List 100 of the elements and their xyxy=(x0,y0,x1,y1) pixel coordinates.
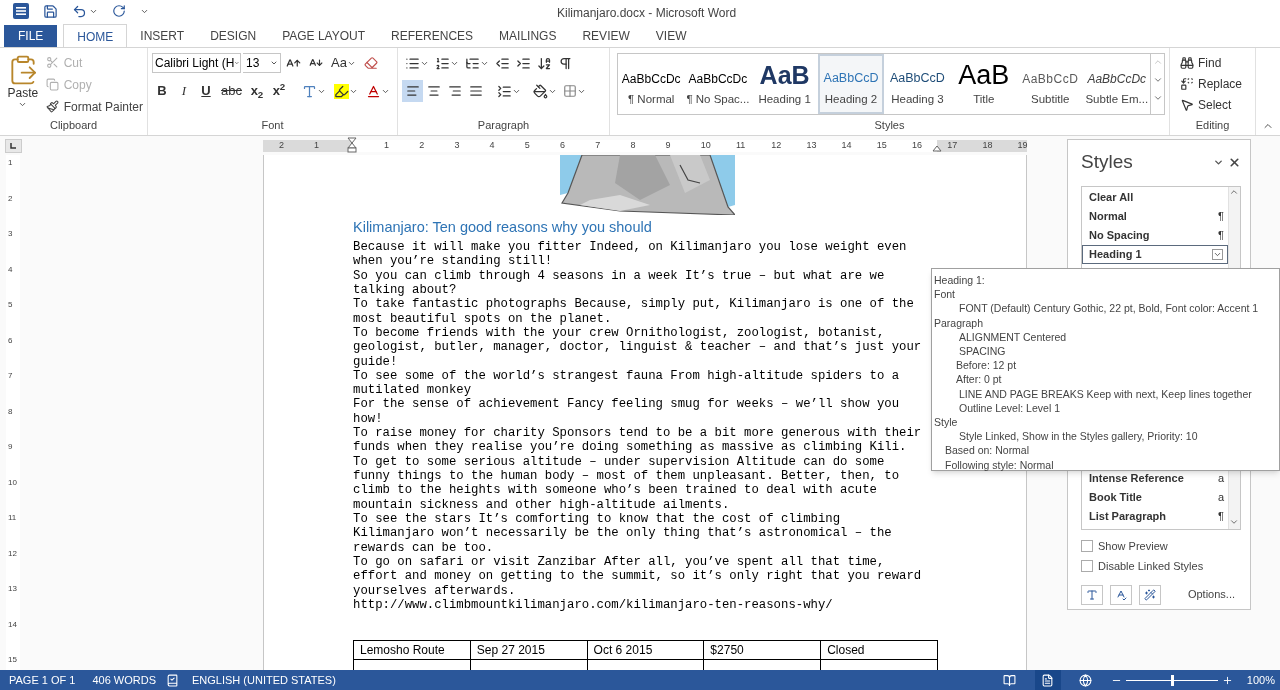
clipboard-button[interactable]: Format Painter xyxy=(45,96,143,117)
format-button[interactable]: B xyxy=(152,80,172,102)
group-label: Font xyxy=(260,118,285,133)
format-button[interactable]: I xyxy=(174,80,194,102)
paste-button[interactable]: Paste xyxy=(4,52,42,117)
style-item[interactable]: List Paragraph ¶ xyxy=(1082,506,1228,526)
ruler-number: 10 xyxy=(700,138,711,152)
table-cell: $2750 xyxy=(703,640,821,660)
table-cell: Closed xyxy=(820,640,938,660)
ribbon-tab[interactable]: HOME xyxy=(63,24,128,48)
style-item[interactable]: Clear All xyxy=(1082,187,1228,207)
font-name-field[interactable]: Calibri Light (H xyxy=(152,53,241,73)
style-option[interactable]: AaBbCcDc ¶ Normal xyxy=(618,54,685,114)
style-option[interactable]: AaB Heading 1 xyxy=(751,54,818,114)
url-text: http://www.climbmountkilimanjaro.com/kilimanjaro-ten-reasons-why/ xyxy=(353,597,833,613)
tab-selector-icon[interactable] xyxy=(5,138,22,153)
scroll-down-icon[interactable] xyxy=(1152,75,1163,85)
style-option[interactable]: AaBbCcDc ¶ No Spac... xyxy=(684,54,752,114)
ruler-number: 9 xyxy=(8,441,13,453)
ribbon-tab[interactable]: REVIEW xyxy=(569,25,643,47)
caret-icon xyxy=(234,59,240,67)
format-button[interactable]: U xyxy=(196,80,216,102)
style-item[interactable]: No Spacing ¶ xyxy=(1082,225,1228,245)
ruler-number: 6 xyxy=(8,334,13,347)
change-case-button[interactable]: Aa xyxy=(328,52,359,74)
new-style-button[interactable] xyxy=(1081,584,1103,605)
align-button[interactable] xyxy=(402,80,423,102)
ruler-number: 7 xyxy=(8,370,13,382)
bullets-icon xyxy=(405,55,420,71)
checkbox[interactable] xyxy=(1081,560,1093,573)
caret-icon xyxy=(18,100,28,109)
indent-marker-icon[interactable] xyxy=(347,136,357,153)
more-styles-icon[interactable] xyxy=(1152,93,1163,103)
paragraph: For the sense of achievement Fancy feeling smug for weeks – we’ll show you how! xyxy=(353,397,901,427)
group-label: Clipboard xyxy=(48,118,99,133)
editing-button[interactable]: Find xyxy=(1180,52,1251,73)
file-tab[interactable]: FILE xyxy=(4,25,58,47)
tooltip-line: Following style: Normal xyxy=(944,457,1054,472)
style-item[interactable]: Book Title a xyxy=(1082,487,1228,507)
checkbox[interactable] xyxy=(1081,539,1093,552)
style-item[interactable]: Intense Reference a xyxy=(1082,468,1228,488)
increase-indent-icon xyxy=(516,55,531,71)
ruler-number: 2 xyxy=(419,138,425,152)
undo-icon[interactable] xyxy=(72,3,87,19)
paragraph: To go on safari or visit Zanzibar After all, you’ve spent all that time, effort and money on getting to the summit, so it’s only right that you reward yourselves afterwards. xyxy=(353,554,923,598)
ruler-number: 1 xyxy=(384,138,389,152)
options-link[interactable]: Options... xyxy=(1187,586,1235,603)
paragraph: To raise money for charity Sponsors tend to be a bit more generous with their funds when they realise you’re doing something as massive as climbing Kili. xyxy=(353,426,923,455)
style-option[interactable]: AaB Title xyxy=(950,54,1018,114)
zoom-in-icon[interactable] xyxy=(1221,674,1233,686)
letter-icon xyxy=(1086,588,1098,601)
style-item[interactable]: Normal ¶ xyxy=(1082,206,1228,226)
ruler-number: 7 xyxy=(595,138,601,152)
binoculars-icon xyxy=(1180,55,1194,70)
ruler-number: 17 xyxy=(947,138,958,152)
ribbon-tab[interactable]: PAGE LAYOUT xyxy=(269,25,379,47)
proofing-icon[interactable] xyxy=(166,673,179,687)
ribbon-tab[interactable]: DESIGN xyxy=(197,25,270,47)
checkbox-label: Show Preview xyxy=(1098,538,1168,554)
editing-button[interactable]: Select xyxy=(1180,94,1251,115)
ruler-number: 16 xyxy=(912,138,922,152)
format-button[interactable]: abc xyxy=(218,80,245,102)
close-icon[interactable] xyxy=(1228,155,1241,169)
style-item[interactable]: Heading 1 xyxy=(1082,244,1228,264)
ribbon-tab[interactable]: VIEW xyxy=(642,25,700,47)
tooltip-line: Before: 12 pt xyxy=(955,358,1017,373)
word-count[interactable]: 406 WORDS xyxy=(92,671,156,689)
ruler-number: 8 xyxy=(8,405,13,418)
font-size-field[interactable]: 13 xyxy=(243,53,281,73)
zoom-slider[interactable] xyxy=(1125,674,1218,686)
format-button[interactable]: x$^{2}$ xyxy=(268,80,289,102)
wand-icon xyxy=(1144,588,1156,601)
style-option[interactable]: AaBbCcD Heading 2 xyxy=(817,54,885,114)
save-icon[interactable] xyxy=(43,3,58,19)
ruler-number: 13 xyxy=(806,138,817,152)
dropdown-icon[interactable] xyxy=(1212,248,1223,260)
style-option[interactable]: AaBbCcD Heading 3 xyxy=(884,54,951,114)
page-count[interactable]: PAGE 1 OF 1 xyxy=(9,671,76,689)
manage-styles-button[interactable] xyxy=(1139,584,1161,605)
view-icon xyxy=(1079,673,1093,687)
view-icon xyxy=(1003,673,1017,687)
ruler-number: 9 xyxy=(665,138,671,152)
view-button[interactable] xyxy=(1034,670,1061,690)
sort-icon xyxy=(537,55,552,71)
style-option[interactable]: AaBbCcDc Subtle Em... xyxy=(1083,54,1151,114)
redo-icon[interactable] xyxy=(112,4,126,18)
ribbon-tab[interactable]: REFERENCES xyxy=(378,25,487,47)
language-label[interactable]: ENGLISH (UNITED STATES) xyxy=(192,671,336,689)
zoom-level[interactable]: 100% xyxy=(1246,671,1275,689)
alignment-icon xyxy=(405,84,420,98)
style-option[interactable]: AaBbCcD Subtitle xyxy=(1017,54,1084,114)
ribbon-tab[interactable]: MAILINGS xyxy=(486,25,570,47)
right-indent-marker-icon[interactable] xyxy=(932,144,942,152)
ruler-number: 4 xyxy=(489,138,495,152)
decrease-indent-icon xyxy=(495,55,510,71)
ruler-number: 10 xyxy=(8,476,17,489)
format-button[interactable]: x$_{2}$ xyxy=(246,80,267,102)
editing-button[interactable]: Replace xyxy=(1180,73,1251,94)
style-inspector-button[interactable] xyxy=(1110,584,1132,605)
ribbon-tab[interactable]: INSERT xyxy=(127,25,198,47)
